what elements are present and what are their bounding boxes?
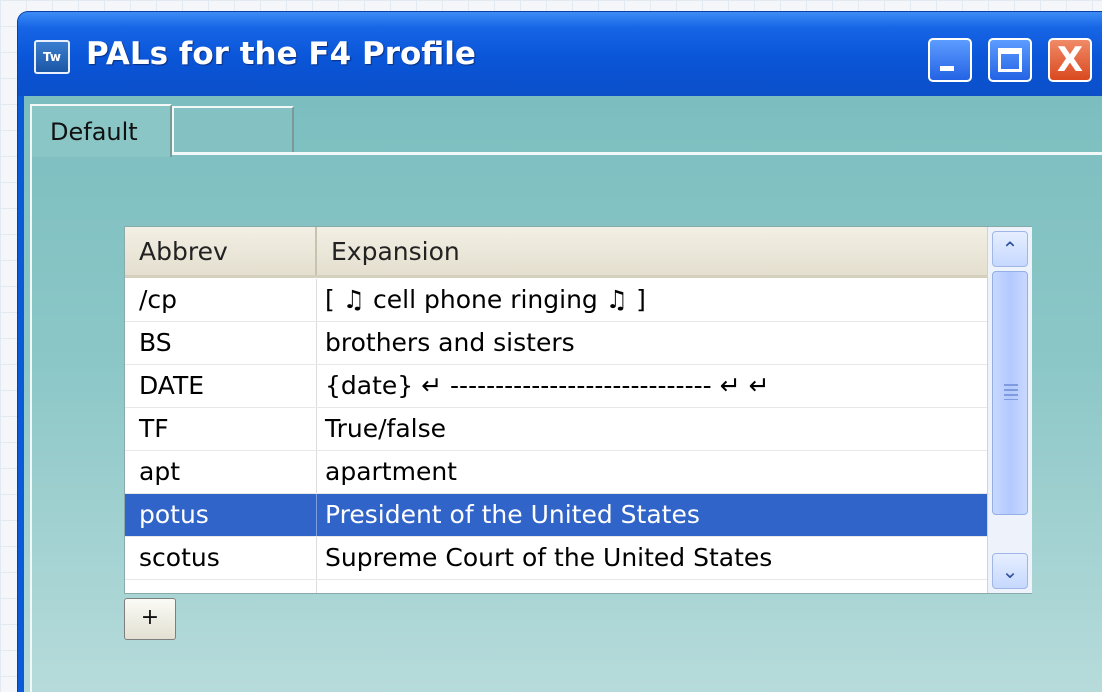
expansion-cell[interactable] <box>317 580 987 593</box>
vertical-scrollbar[interactable]: ⌃ ⌄ <box>987 227 1032 593</box>
abbrev-cell[interactable]: BS <box>125 322 317 364</box>
tab-default[interactable]: Default <box>30 104 172 157</box>
table-row[interactable]: scotus Supreme Court of the United State… <box>125 537 987 580</box>
table-row[interactable]: DATE {date} ↵ --------------------------… <box>125 365 987 408</box>
add-pal-button[interactable]: + <box>124 598 176 640</box>
chevron-down-icon: ⌄ <box>1001 559 1019 583</box>
expansion-cell[interactable]: [ ♫ cell phone ringing ♫ ] <box>317 279 987 321</box>
scroll-down-button[interactable]: ⌄ <box>992 553 1028 589</box>
table-row[interactable]: TF True/false <box>125 408 987 451</box>
table-row[interactable]: BS brothers and sisters <box>125 322 987 365</box>
scroll-up-button[interactable]: ⌃ <box>992 231 1028 267</box>
table-row[interactable]: /cp [ ♫ cell phone ringing ♫ ] <box>125 279 987 322</box>
maximize-icon <box>998 48 1022 72</box>
grip-icon <box>1004 384 1018 400</box>
close-icon: X <box>1056 40 1084 80</box>
abbrev-cell[interactable]: scotus <box>125 537 317 579</box>
abbrev-cell[interactable]: DATE <box>125 365 317 407</box>
chevron-up-icon: ⌃ <box>1001 237 1019 261</box>
expansion-cell[interactable]: True/false <box>317 408 987 450</box>
minimize-icon <box>940 66 954 71</box>
tab-strip-divider <box>172 152 1102 155</box>
expansion-cell[interactable]: Supreme Court of the United States <box>317 537 987 579</box>
scroll-thumb[interactable] <box>992 271 1028 515</box>
tab-unnamed[interactable] <box>172 106 294 152</box>
column-header-abbrev[interactable]: Abbrev <box>125 227 317 275</box>
table-row-new[interactable] <box>125 580 987 593</box>
expansion-cell[interactable]: brothers and sisters <box>317 322 987 364</box>
table-row-selected[interactable]: potus President of the United States <box>125 494 987 537</box>
pal-grid: Abbrev Expansion /cp [ ♫ cell phone ring… <box>124 226 1032 594</box>
abbrev-cell[interactable]: potus <box>125 494 317 536</box>
expansion-cell[interactable]: {date} ↵ ----------------------------- ↵… <box>317 365 987 407</box>
maximize-button[interactable] <box>988 38 1032 82</box>
grid-header: Abbrev Expansion <box>125 227 987 278</box>
expansion-cell[interactable]: apartment <box>317 451 987 493</box>
expansion-cell[interactable]: President of the United States <box>317 494 987 536</box>
abbrev-cell[interactable] <box>125 580 317 593</box>
pals-window: Tw PALs for the F4 Profile X Default Abb… <box>18 12 1102 692</box>
minimize-button[interactable] <box>928 38 972 82</box>
close-button[interactable]: X <box>1048 38 1092 82</box>
table-row[interactable]: apt apartment <box>125 451 987 494</box>
grid-rows: /cp [ ♫ cell phone ringing ♫ ] BS brothe… <box>125 279 987 593</box>
app-icon[interactable]: Tw <box>34 40 70 74</box>
abbrev-cell[interactable]: TF <box>125 408 317 450</box>
abbrev-cell[interactable]: apt <box>125 451 317 493</box>
title-bar[interactable]: Tw PALs for the F4 Profile X <box>18 12 1102 96</box>
abbrev-cell[interactable]: /cp <box>125 279 317 321</box>
column-header-expansion[interactable]: Expansion <box>317 227 987 275</box>
window-title: PALs for the F4 Profile <box>86 36 476 72</box>
